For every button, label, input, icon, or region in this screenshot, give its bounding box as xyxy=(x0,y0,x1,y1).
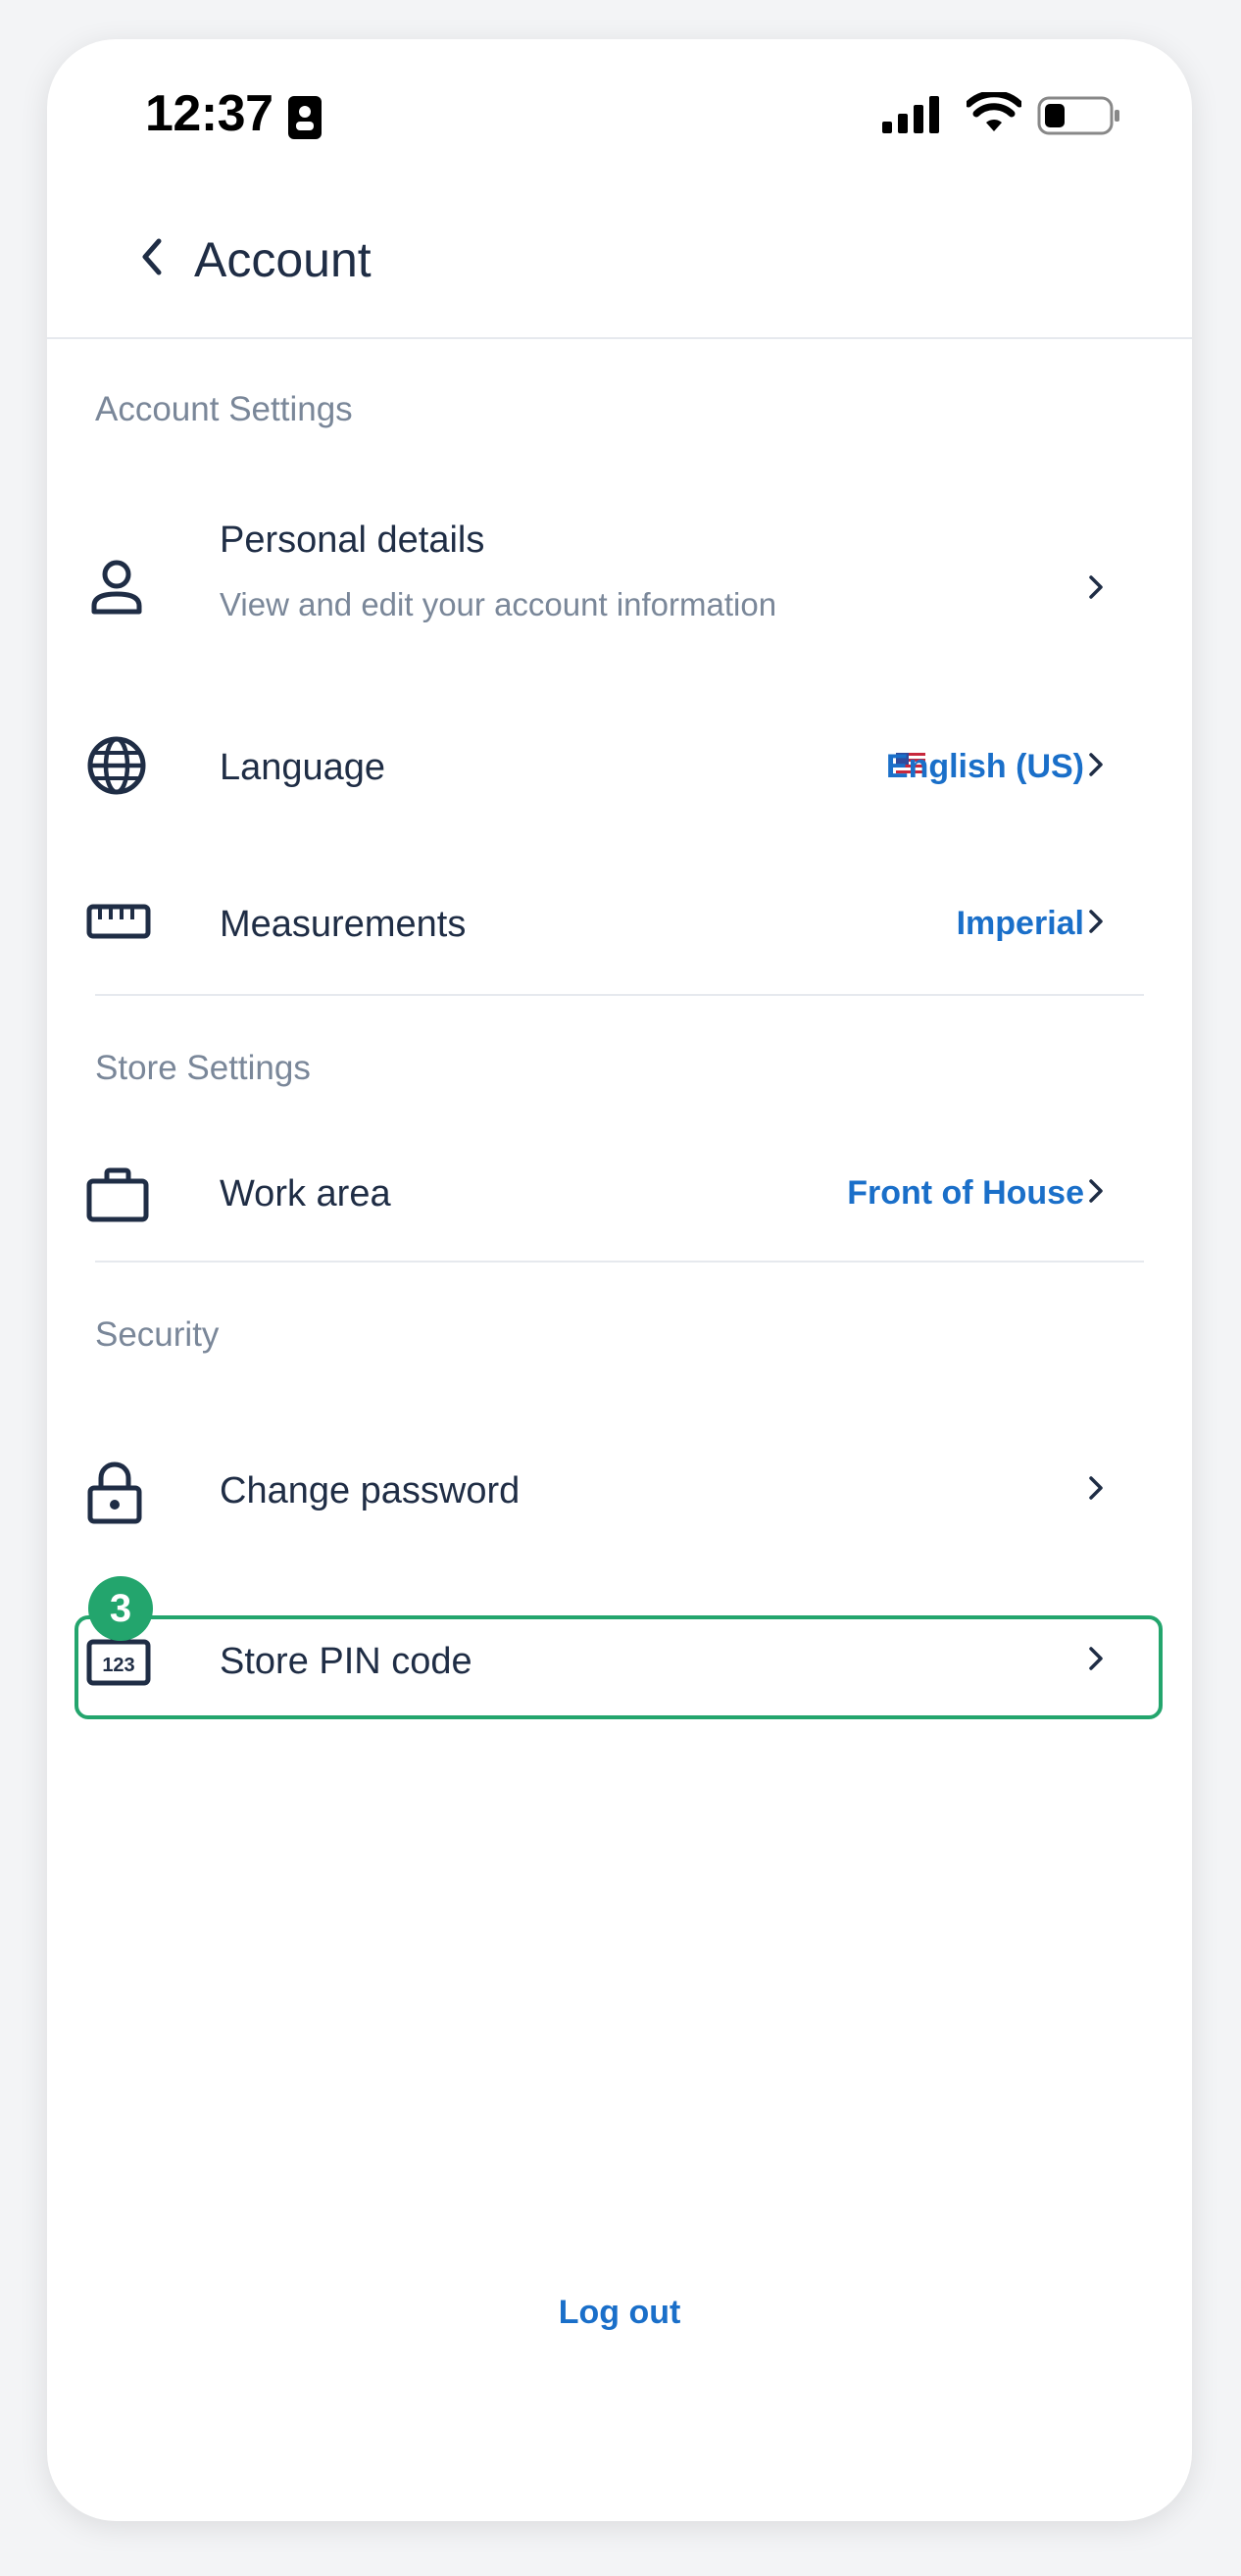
personal-details-row[interactable]: Personal details View and edit your acco… xyxy=(76,510,1163,667)
ruler-icon xyxy=(86,904,151,939)
globe-icon xyxy=(87,736,146,795)
measurements-value: Imperial xyxy=(956,905,1084,942)
pin-code-icon: 123 xyxy=(86,1639,151,1686)
change-password-label: Change password xyxy=(220,1470,521,1511)
chevron-right-icon xyxy=(1089,910,1103,933)
briefcase-icon xyxy=(86,1167,149,1222)
wifi-icon xyxy=(967,92,1021,131)
work-area-row[interactable]: Work area Front of House xyxy=(76,1150,1163,1248)
chevron-right-icon xyxy=(1089,1476,1103,1500)
personal-details-label: Personal details xyxy=(220,520,485,561)
measurements-label: Measurements xyxy=(220,904,467,945)
work-area-label: Work area xyxy=(220,1173,391,1214)
battery-icon xyxy=(1037,96,1119,135)
app-header: Account xyxy=(47,208,1192,345)
logout-button[interactable]: Log out xyxy=(47,2294,1192,2332)
header-divider xyxy=(47,337,1192,339)
personal-details-subtitle: View and edit your account information xyxy=(220,586,777,622)
step-badge: 3 xyxy=(88,1576,153,1641)
person-icon xyxy=(91,560,142,615)
section-title-security: Security xyxy=(95,1315,220,1354)
phone-frame: 12:37 Account Account Settings Personal … xyxy=(47,39,1192,2521)
svg-text:123: 123 xyxy=(102,1655,134,1676)
page-title: Account xyxy=(194,232,372,287)
contact-card-icon xyxy=(288,96,322,139)
chevron-right-icon xyxy=(1089,1647,1103,1670)
lock-icon xyxy=(87,1461,142,1524)
signal-icon xyxy=(882,96,939,133)
chevron-right-icon xyxy=(1089,753,1103,776)
chevron-right-icon xyxy=(1089,575,1103,599)
language-label: Language xyxy=(220,747,386,788)
section-title-account-settings: Account Settings xyxy=(95,390,353,428)
change-password-row[interactable]: Change password xyxy=(76,1449,1163,1547)
status-bar: 12:37 xyxy=(47,39,1192,186)
section-title-store-settings: Store Settings xyxy=(95,1049,311,1087)
store-pin-row[interactable]: 123 Store PIN code xyxy=(76,1619,1163,1717)
section-divider xyxy=(95,1261,1144,1263)
language-row[interactable]: Language English (US) xyxy=(76,716,1163,814)
back-chevron-icon xyxy=(142,238,162,275)
back-button[interactable] xyxy=(102,208,200,306)
language-value: English (US) xyxy=(885,748,1084,785)
store-pin-label: Store PIN code xyxy=(220,1641,472,1682)
status-time: 12:37 xyxy=(145,85,273,142)
work-area-value: Front of House xyxy=(847,1174,1084,1212)
section-divider xyxy=(95,994,1144,996)
measurements-row[interactable]: Measurements Imperial xyxy=(76,882,1163,980)
chevron-right-icon xyxy=(1089,1179,1103,1203)
